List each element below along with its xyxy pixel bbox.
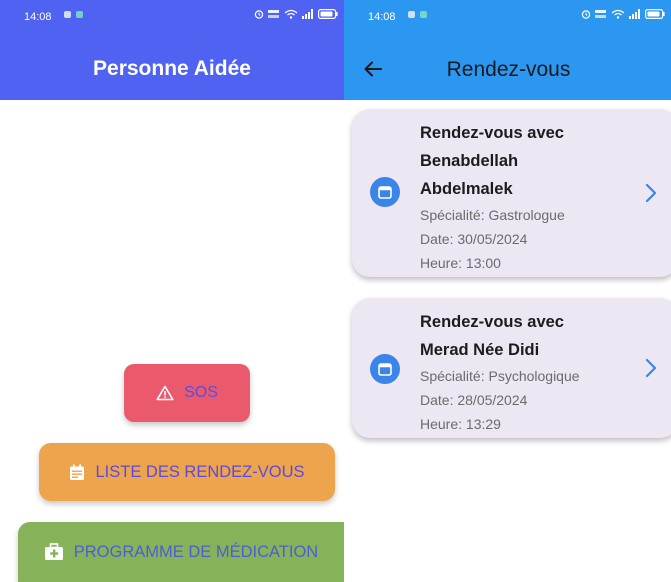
appointments-screen: 14:08 Rendez-vous Rendez-vous avec Benab…	[344, 0, 671, 582]
signal-icon	[629, 9, 640, 19]
notification-icons	[64, 11, 83, 18]
status-bar: 14:08	[344, 0, 671, 34]
appointments-list-button[interactable]: LISTE DES RENDEZ-VOUS	[39, 443, 335, 501]
appointment-doctor-name: Benabdellah	[420, 152, 519, 170]
appointment-date: Date: 28/05/2024	[420, 392, 528, 408]
appointment-time: Heure: 13:29	[420, 416, 501, 432]
alarm-icon	[254, 10, 264, 19]
notification-icon	[408, 11, 415, 18]
calendar-icon	[370, 354, 400, 384]
appointment-title-prefix: Rendez-vous avec	[420, 124, 564, 142]
sos-button-label: SOS	[184, 384, 218, 401]
medical-kit-icon	[44, 543, 63, 560]
chevron-right-icon[interactable]	[644, 357, 658, 379]
system-icons	[254, 9, 338, 19]
app-bar: 14:08 Personne Aidée	[0, 0, 344, 100]
system-icons	[581, 9, 665, 19]
appointment-title-prefix: Rendez-vous avec	[420, 313, 564, 331]
appointment-specialty: Spécialité: Gastrologue	[420, 207, 565, 223]
app-notification-icon	[76, 11, 83, 18]
warning-icon	[156, 385, 174, 401]
notification-icons	[408, 11, 427, 18]
appointment-doctor-name-cont: Abdelmalek	[420, 180, 513, 198]
status-bar: 14:08	[0, 0, 344, 34]
appointment-time: Heure: 13:00	[420, 255, 501, 271]
appointment-doctor-name: Merad Née Didi	[420, 341, 540, 359]
chevron-right-icon[interactable]	[644, 182, 658, 204]
page-title: Rendez-vous	[446, 58, 571, 81]
signal-icon	[302, 9, 313, 19]
status-time: 14:08	[368, 11, 396, 23]
medication-program-button-label: PROGRAMME DE MÉDICATION	[73, 542, 319, 561]
data-rate-icon	[268, 10, 279, 18]
sos-button[interactable]: SOS	[124, 364, 250, 422]
battery-icon	[645, 9, 665, 19]
battery-icon	[318, 9, 338, 19]
appointment-card[interactable]: Rendez-vous avec Merad Née Didi Spéciali…	[352, 298, 671, 438]
app-bar: 14:08 Rendez-vous	[344, 0, 671, 100]
notification-icon	[64, 11, 71, 18]
data-rate-icon	[595, 10, 606, 18]
page-title: Personne Aidée	[93, 57, 251, 80]
status-time: 14:08	[24, 11, 52, 23]
calendar-icon	[70, 464, 85, 480]
calendar-icon	[370, 177, 400, 207]
appointment-specialty: Spécialité: Psychologique	[420, 368, 580, 384]
app-notification-icon	[420, 11, 427, 18]
wifi-icon	[284, 9, 298, 19]
wifi-icon	[611, 9, 625, 19]
alarm-icon	[581, 10, 591, 19]
appointment-card[interactable]: Rendez-vous avec Benabdellah Abdelmalek …	[352, 109, 671, 277]
home-screen: 14:08 Personne Aidée SOS LISTE DES RENDE…	[0, 0, 344, 582]
appointment-date: Date: 30/05/2024	[420, 231, 528, 247]
medication-program-button[interactable]: PROGRAMME DE MÉDICATION	[18, 522, 344, 582]
appointments-list-button-label: LISTE DES RENDEZ-VOUS	[95, 462, 305, 481]
